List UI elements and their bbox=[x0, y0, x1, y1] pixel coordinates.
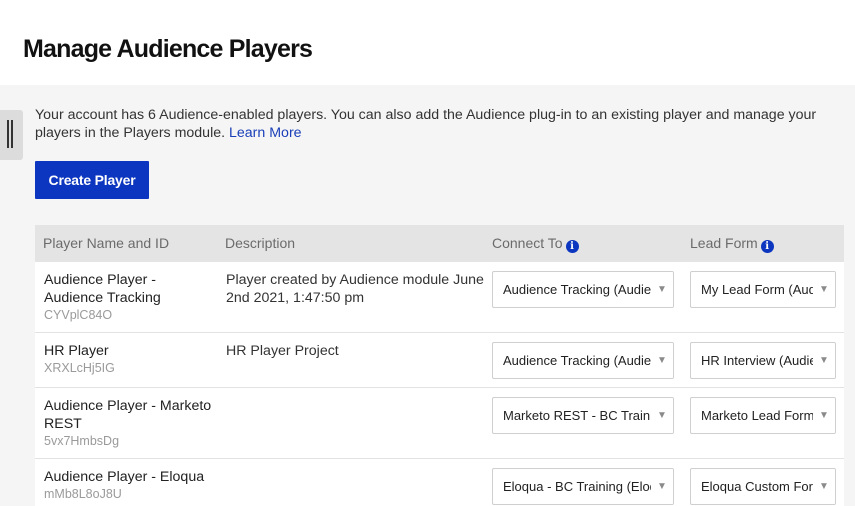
player-name-cell: HR Player XRXLcHj5IG bbox=[44, 342, 214, 377]
player-name-cell: Audience Player - Audience Tracking CYVp… bbox=[44, 271, 214, 324]
caret-down-icon: ▼ bbox=[813, 343, 835, 378]
caret-down-icon: ▼ bbox=[813, 398, 835, 433]
column-header-description: Description bbox=[225, 235, 296, 251]
column-header-lead-form: Lead Form i bbox=[690, 225, 774, 262]
intro-body: Your account has 6 Audience-enabled play… bbox=[35, 107, 817, 141]
player-name: Audience Player - Marketo REST bbox=[44, 398, 212, 432]
sidebar-toggle-button[interactable] bbox=[0, 110, 23, 160]
lead-form-select[interactable]: Marketo Lead Form ▼ bbox=[690, 397, 836, 434]
column-header-name: Player Name and ID bbox=[43, 235, 170, 251]
caret-down-icon: ▼ bbox=[651, 398, 673, 433]
intro-text: Your account has 6 Audience-enabled play… bbox=[35, 106, 845, 142]
player-description: Player created by Audience module June 2… bbox=[226, 272, 484, 306]
caret-down-icon: ▼ bbox=[651, 343, 673, 378]
player-name-cell: Audience Player - Marketo REST 5vx7HmbsD… bbox=[44, 397, 214, 450]
table-header: Player Name and ID Description Connect T… bbox=[35, 225, 844, 262]
table-row: Audience Player - Eloqua mMb8L8oJ8U Eloq… bbox=[35, 459, 844, 506]
player-id: CYVplC84O bbox=[44, 308, 113, 322]
create-player-button[interactable]: Create Player bbox=[35, 161, 149, 199]
lead-form-select[interactable]: Eloqua Custom Form ▼ bbox=[690, 468, 836, 505]
caret-down-icon: ▼ bbox=[651, 272, 673, 307]
player-description: HR Player Project bbox=[226, 343, 339, 359]
caret-down-icon: ▼ bbox=[813, 469, 835, 504]
table-row: Audience Player - Marketo REST 5vx7HmbsD… bbox=[35, 388, 844, 459]
player-name-cell: Audience Player - Eloqua mMb8L8oJ8U bbox=[44, 468, 214, 503]
caret-down-icon: ▼ bbox=[813, 272, 835, 307]
info-circle-icon[interactable]: i bbox=[760, 240, 774, 253]
player-name: HR Player bbox=[44, 343, 109, 359]
lead-form-select[interactable]: My Lead Form (Audience) ▼ bbox=[690, 271, 836, 308]
player-name: Audience Player - Eloqua bbox=[44, 469, 205, 485]
info-circle-icon[interactable]: i bbox=[565, 240, 579, 253]
sidebar-toggle-icon bbox=[7, 120, 13, 148]
column-header-connect: Connect To i bbox=[492, 225, 579, 262]
learn-more-link[interactable]: Learn More bbox=[229, 125, 302, 141]
page-title: Manage Audience Players bbox=[23, 35, 313, 63]
table-row: Audience Player - Audience Tracking CYVp… bbox=[35, 262, 844, 333]
page-header: Manage Audience Players bbox=[0, 0, 855, 85]
player-id: 5vx7HmbsDg bbox=[44, 434, 120, 448]
players-table: Player Name and ID Description Connect T… bbox=[35, 225, 844, 506]
caret-down-icon: ▼ bbox=[651, 469, 673, 504]
connect-to-select[interactable]: Marketo REST - BC Training ▼ bbox=[492, 397, 674, 434]
connect-to-select[interactable]: Audience Tracking (Audience) ▼ bbox=[492, 342, 674, 379]
lead-form-select[interactable]: HR Interview (Audience) ▼ bbox=[690, 342, 836, 379]
main-content: Your account has 6 Audience-enabled play… bbox=[0, 85, 855, 506]
table-row: HR Player XRXLcHj5IG HR Player Project A… bbox=[35, 333, 844, 388]
connect-to-select[interactable]: Eloqua - BC Training (Eloqua) ▼ bbox=[492, 468, 674, 505]
player-id: XRXLcHj5IG bbox=[44, 361, 115, 375]
player-name: Audience Player - Audience Tracking bbox=[44, 272, 161, 306]
player-id: mMb8L8oJ8U bbox=[44, 487, 122, 501]
connect-to-select[interactable]: Audience Tracking (Audience) ▼ bbox=[492, 271, 674, 308]
